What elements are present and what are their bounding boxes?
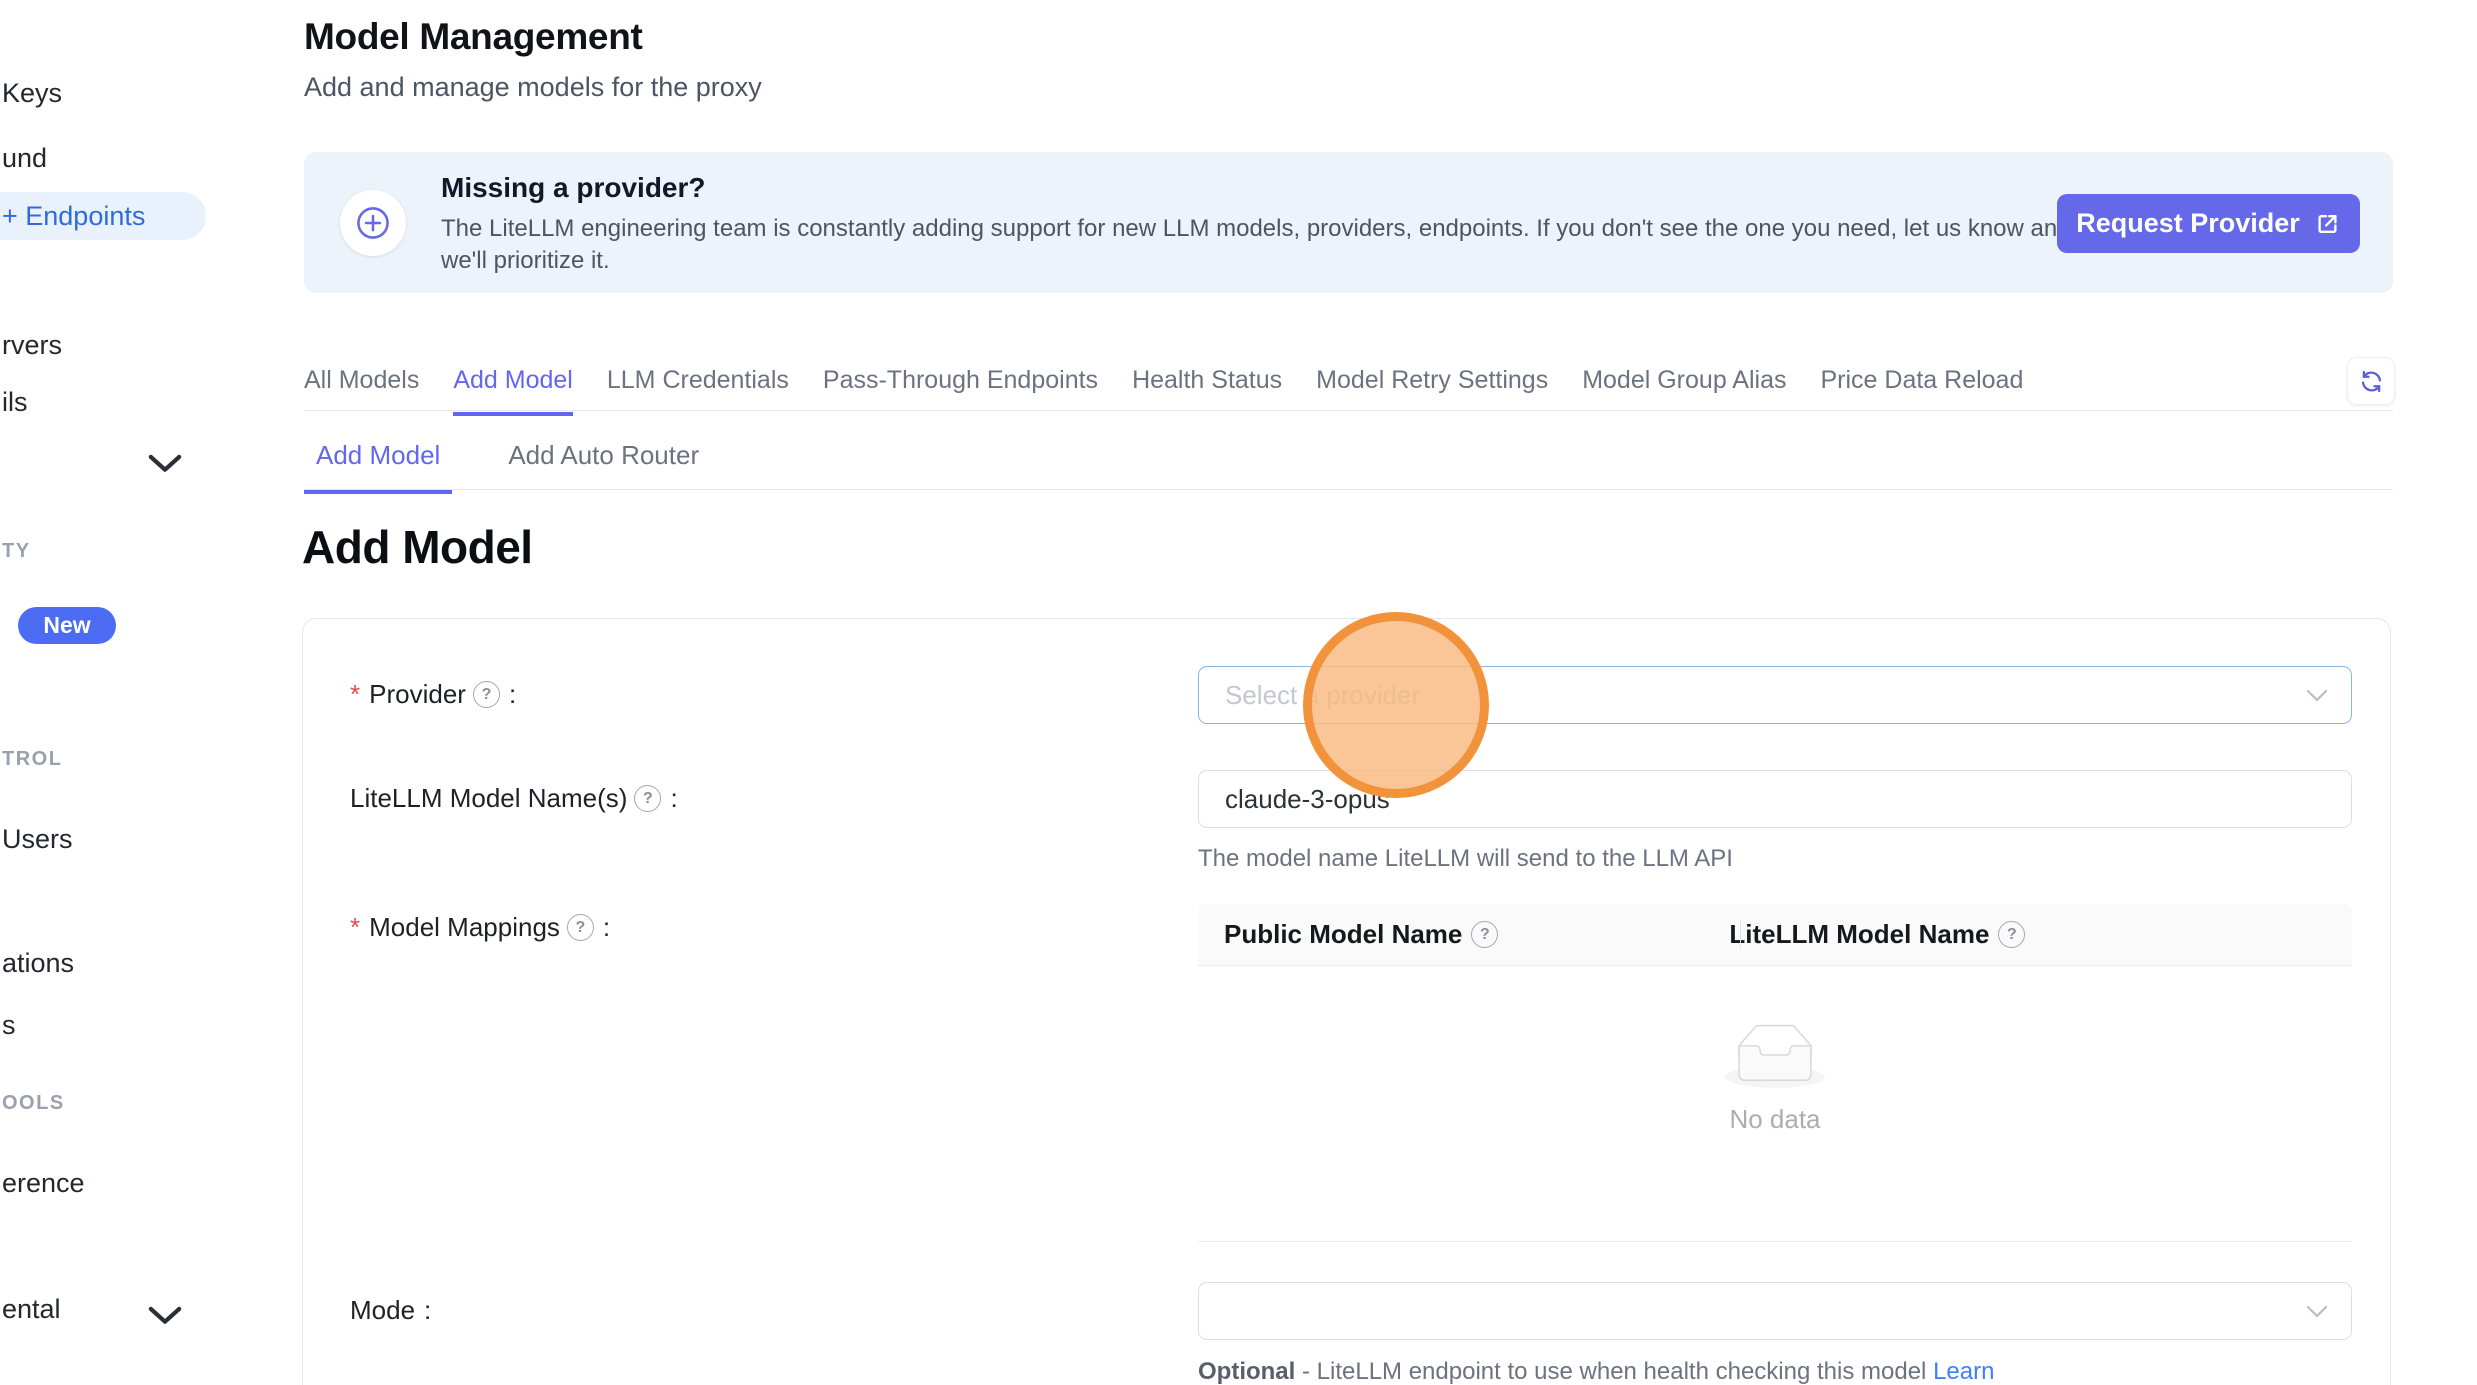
chevron-down-icon	[2305, 1300, 2329, 1324]
sidebar-section-ty: TY	[2, 540, 31, 563]
sidebar-item-ations[interactable]: ations	[2, 948, 74, 979]
chevron-down-icon	[2305, 684, 2329, 708]
mode-label-text: Mode	[350, 1295, 415, 1326]
sidebar-item-ils[interactable]: ils	[2, 387, 28, 418]
plus-circle-icon	[340, 190, 406, 256]
chevron-down-icon[interactable]	[148, 1304, 182, 1328]
sidebar-item-ental[interactable]: ental	[2, 1294, 61, 1325]
model-name-label-text: LiteLLM Model Name(s)	[350, 783, 627, 814]
mode-select[interactable]	[1198, 1282, 2352, 1340]
column-label: Public Model Name	[1224, 919, 1462, 950]
sidebar-item-erence[interactable]: erence	[2, 1168, 85, 1199]
sidebar-item-endpoints-label: + Endpoints	[2, 201, 145, 232]
tab-health-status[interactable]: Health Status	[1132, 366, 1282, 412]
label-colon: :	[670, 783, 677, 814]
sub-tab-bar: Add Model Add Auto Router	[304, 432, 2393, 490]
label-colon: :	[424, 1295, 431, 1326]
label-colon: :	[603, 912, 610, 943]
tab-llm-credentials[interactable]: LLM Credentials	[607, 366, 789, 412]
model-name-field[interactable]	[1198, 770, 2352, 828]
column-divider	[1740, 921, 1741, 949]
tab-model-retry-settings[interactable]: Model Retry Settings	[1316, 366, 1548, 412]
banner-body-line1: The LiteLLM engineering team is constant…	[441, 215, 2071, 243]
model-name-input[interactable]	[1199, 771, 2437, 827]
learn-link[interactable]: Learn	[1933, 1358, 1994, 1385]
mode-helper-text: - LiteLLM endpoint to use when health ch…	[1302, 1358, 1926, 1385]
column-litellm-model-name: LiteLLM Model Name ?	[1729, 919, 2025, 950]
mode-label: Mode :	[350, 1295, 431, 1326]
provider-select-input[interactable]	[1199, 667, 2437, 723]
provider-label-text: Provider	[369, 679, 466, 710]
table-header: Public Model Name ? LiteLLM Model Name ?	[1198, 904, 2352, 966]
sidebar: Keys und + Endpoints rvers ils TY New TR…	[0, 0, 230, 1385]
refresh-button[interactable]	[2347, 357, 2395, 405]
form-title: Add Model	[302, 520, 533, 574]
required-marker: *	[350, 679, 360, 710]
chevron-down-icon[interactable]	[148, 452, 182, 476]
external-link-icon	[2314, 210, 2341, 237]
sidebar-item-keys[interactable]: Keys	[2, 78, 62, 109]
column-label: LiteLLM Model Name	[1729, 919, 1989, 950]
tab-pass-through-endpoints[interactable]: Pass-Through Endpoints	[823, 366, 1098, 412]
tab-price-data-reload[interactable]: Price Data Reload	[1820, 366, 2023, 412]
banner-title: Missing a provider?	[441, 172, 706, 204]
model-management-page: Keys und + Endpoints rvers ils TY New TR…	[0, 0, 2477, 1385]
sidebar-section-ools: OOLS	[2, 1092, 65, 1115]
tab-bar: All Models Add Model LLM Credentials Pas…	[304, 356, 2393, 411]
provider-label: * Provider ? :	[350, 679, 516, 710]
model-mappings-label-text: Model Mappings	[369, 912, 560, 943]
mode-helper: Optional - LiteLLM endpoint to use when …	[1198, 1358, 1994, 1385]
empty-inbox-icon	[1725, 1024, 1825, 1088]
page-subtitle: Add and manage models for the proxy	[304, 72, 762, 103]
model-mappings-label: * Model Mappings ? :	[350, 912, 610, 943]
page-title: Model Management	[304, 16, 643, 58]
request-provider-button[interactable]: Request Provider	[2057, 194, 2360, 253]
refresh-icon	[2358, 368, 2385, 395]
tab-add-model[interactable]: Add Model	[453, 366, 573, 416]
help-icon[interactable]: ?	[567, 914, 594, 941]
sidebar-item-rvers[interactable]: rvers	[2, 330, 62, 361]
subtab-add-model[interactable]: Add Model	[304, 440, 452, 494]
request-provider-label: Request Provider	[2076, 208, 2300, 239]
help-icon[interactable]: ?	[1998, 921, 2025, 948]
column-public-model-name: Public Model Name ?	[1224, 919, 1498, 950]
subtab-add-auto-router[interactable]: Add Auto Router	[496, 440, 711, 490]
model-mappings-table: Public Model Name ? LiteLLM Model Name ?	[1198, 904, 2352, 1242]
sidebar-item-endpoints-active[interactable]: + Endpoints	[0, 192, 206, 240]
empty-state: No data	[1198, 1024, 2352, 1135]
new-badge: New	[18, 607, 116, 644]
label-colon: :	[509, 679, 516, 710]
help-icon[interactable]: ?	[1471, 921, 1498, 948]
help-icon[interactable]: ?	[634, 785, 661, 812]
model-name-label: LiteLLM Model Name(s) ? :	[350, 783, 678, 814]
tab-model-group-alias[interactable]: Model Group Alias	[1582, 366, 1786, 412]
tab-all-models[interactable]: All Models	[304, 366, 419, 412]
model-name-helper: The model name LiteLLM will send to the …	[1198, 845, 1733, 873]
help-icon[interactable]: ?	[473, 681, 500, 708]
sidebar-section-trol: TROL	[2, 748, 62, 771]
sidebar-item-users[interactable]: Users	[2, 824, 73, 855]
no-data-text: No data	[1729, 1104, 1820, 1135]
provider-select[interactable]	[1198, 666, 2352, 724]
banner-body-line2: we'll prioritize it.	[441, 247, 610, 275]
sidebar-item-s[interactable]: s	[2, 1010, 16, 1041]
sidebar-item-und[interactable]: und	[2, 143, 47, 174]
required-marker: *	[350, 912, 360, 943]
mode-helper-bold: Optional	[1198, 1358, 1295, 1385]
